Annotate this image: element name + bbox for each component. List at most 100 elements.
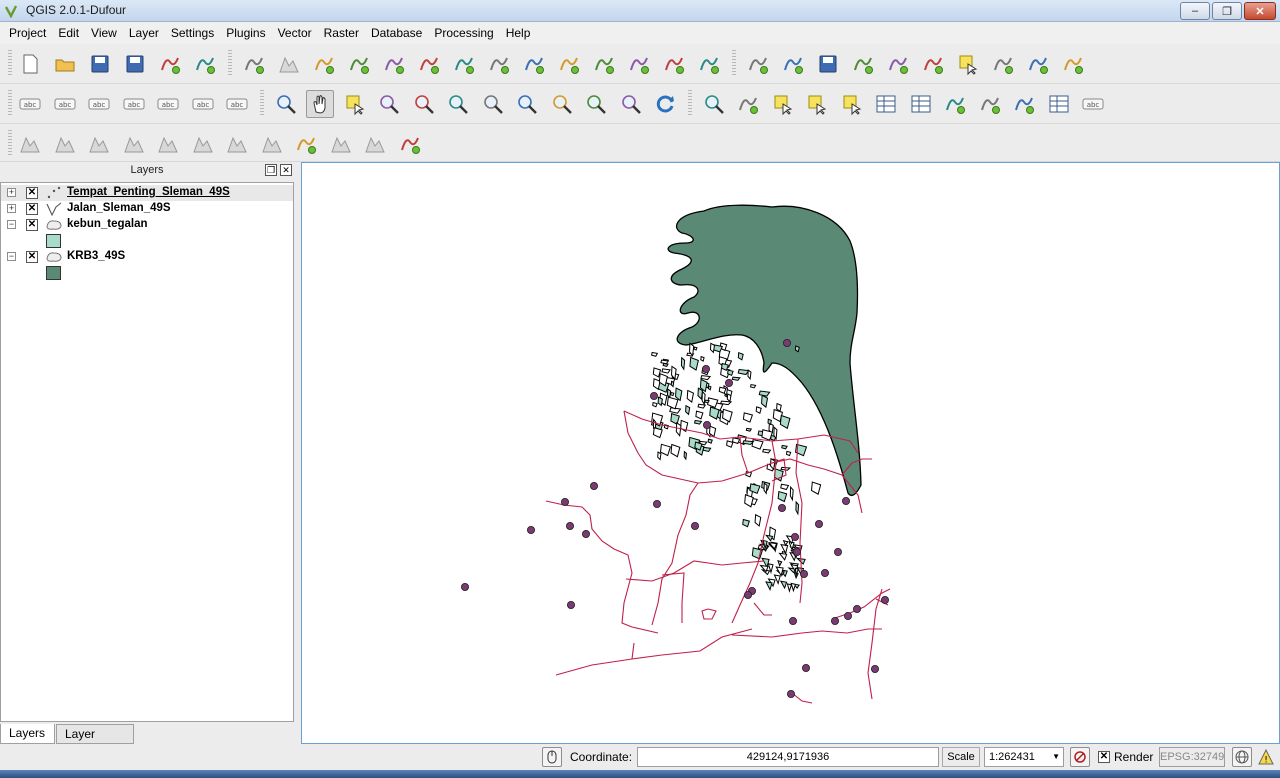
refresh-icon[interactable] xyxy=(651,90,679,118)
rotate-label-icon[interactable]: abc xyxy=(154,90,182,118)
expression-select-icon[interactable] xyxy=(838,90,866,118)
lighting-icon[interactable] xyxy=(327,130,355,158)
layer-name[interactable]: Tempat_Penting_Sleman_49S xyxy=(67,186,230,198)
zoom-next-icon[interactable] xyxy=(617,90,645,118)
menu-edit[interactable]: Edit xyxy=(52,22,85,44)
projection-globe-icon[interactable] xyxy=(1232,747,1252,767)
expand-icon[interactable]: + xyxy=(7,204,16,213)
messages-warning-icon[interactable]: ! xyxy=(1256,747,1276,767)
menu-plugins[interactable]: Plugins xyxy=(220,22,271,44)
menu-layer[interactable]: Layer xyxy=(123,22,165,44)
layer-symbol-swatch[interactable] xyxy=(46,266,61,280)
toolbar-grip-handle[interactable] xyxy=(687,90,692,116)
decrease-brightness-icon[interactable] xyxy=(189,130,217,158)
new-spatialite-layer-icon[interactable] xyxy=(660,50,688,78)
collapse-icon[interactable]: − xyxy=(7,220,16,229)
layer-visibility-checkbox[interactable]: ✕ xyxy=(26,219,38,231)
change-label-icon[interactable]: abc xyxy=(189,90,217,118)
menu-settings[interactable]: Settings xyxy=(165,22,220,44)
stop-render-icon[interactable] xyxy=(1070,747,1090,767)
remove-layer-icon[interactable] xyxy=(695,50,723,78)
collapse-icon[interactable]: − xyxy=(7,252,16,261)
move-label-icon[interactable]: abc xyxy=(120,90,148,118)
move-feature-icon[interactable] xyxy=(884,50,912,78)
menu-database[interactable]: Database xyxy=(365,22,428,44)
zoom-full-icon[interactable] xyxy=(479,90,507,118)
layer-symbol-swatch[interactable] xyxy=(46,234,61,248)
delete-selected-icon[interactable] xyxy=(954,50,982,78)
add-wfs-layer-icon[interactable] xyxy=(555,50,583,78)
run-feature-action-icon[interactable] xyxy=(734,90,762,118)
increase-contrast-icon[interactable] xyxy=(223,130,251,158)
pan-to-selection-icon[interactable] xyxy=(341,90,369,118)
layer-visibility-checkbox[interactable]: ✕ xyxy=(26,203,38,215)
close-panel-icon[interactable]: ✕ xyxy=(280,164,292,176)
new-print-composer-icon[interactable] xyxy=(156,50,184,78)
new-project-icon[interactable] xyxy=(16,50,44,78)
save-edits-icon[interactable] xyxy=(814,50,842,78)
layer-row-kebun-tegalan[interactable]: − ✕ kebun_tegalan xyxy=(1,217,293,233)
paste-features-icon[interactable] xyxy=(1059,50,1087,78)
copy-features-icon[interactable] xyxy=(1024,50,1052,78)
cut-features-icon[interactable] xyxy=(989,50,1017,78)
zoom-last-icon[interactable] xyxy=(582,90,610,118)
layer-name[interactable]: Jalan_Sleman_49S xyxy=(67,202,171,214)
add-mssql-layer-icon[interactable] xyxy=(380,50,408,78)
menu-view[interactable]: View xyxy=(85,22,123,44)
add-raster-layer-icon[interactable] xyxy=(275,50,303,78)
add-sqlanywhere-layer-icon[interactable] xyxy=(450,50,478,78)
toolbar-grip-handle[interactable] xyxy=(228,50,232,76)
open-attribute-table-icon[interactable] xyxy=(872,90,900,118)
toolbar-grip-handle[interactable] xyxy=(732,50,736,76)
increase-brightness-icon[interactable] xyxy=(154,130,182,158)
layer-row-jalan[interactable]: + ✕ Jalan_Sleman_49S xyxy=(1,201,293,217)
close-button[interactable]: ✕ xyxy=(1244,2,1276,20)
crs-status[interactable]: EPSG:32749 xyxy=(1159,747,1225,767)
measure-line-icon[interactable] xyxy=(941,90,969,118)
toolbar-grip-handle[interactable] xyxy=(8,90,12,116)
show-bookmarks-icon[interactable] xyxy=(1045,90,1073,118)
expand-icon[interactable]: + xyxy=(7,188,16,197)
add-oracle-layer-icon[interactable] xyxy=(415,50,443,78)
menu-vector[interactable]: Vector xyxy=(272,22,318,44)
touch-zoom-icon[interactable] xyxy=(272,90,300,118)
new-shapefile-layer-icon[interactable] xyxy=(625,50,653,78)
current-edits-icon[interactable] xyxy=(779,50,807,78)
zoom-to-selection-icon[interactable] xyxy=(513,90,541,118)
layer-row-krb3[interactable]: − ✕ KRB3_49S xyxy=(1,249,293,265)
add-delimited-text-layer-icon[interactable] xyxy=(590,50,618,78)
map-render[interactable] xyxy=(302,163,1279,743)
layer-visibility-checkbox[interactable]: ✕ xyxy=(26,187,38,199)
coordinate-field[interactable]: 429124,9171936 xyxy=(637,747,939,767)
add-feature-icon[interactable] xyxy=(849,50,877,78)
add-vector-layer-icon[interactable] xyxy=(240,50,268,78)
zoom-in-icon[interactable] xyxy=(375,90,403,118)
raster-histogram-stretch-icon[interactable] xyxy=(16,130,44,158)
tab-layers[interactable]: Layers xyxy=(0,724,55,744)
add-wcs-layer-icon[interactable] xyxy=(520,50,548,78)
node-tool-icon[interactable] xyxy=(919,50,947,78)
add-wms-layer-icon[interactable] xyxy=(485,50,513,78)
toolbar-grip-handle[interactable] xyxy=(8,130,12,156)
label-tool-icon[interactable]: abc xyxy=(16,90,44,118)
scale-combobox[interactable]: 1:262431 ▼ xyxy=(984,747,1064,767)
select-features-icon[interactable] xyxy=(769,90,797,118)
minimize-button[interactable]: ‒ xyxy=(1180,2,1210,20)
raster-full-stretch-icon[interactable] xyxy=(85,130,113,158)
menu-processing[interactable]: Processing xyxy=(428,22,499,44)
map-canvas[interactable] xyxy=(301,162,1280,744)
field-calculator-icon[interactable] xyxy=(907,90,935,118)
composer-manager-icon[interactable] xyxy=(191,50,219,78)
add-spatialite-layer-icon[interactable] xyxy=(345,50,373,78)
save-project-icon[interactable] xyxy=(86,50,114,78)
maximize-button[interactable]: ❐ xyxy=(1212,2,1242,20)
tab-layer-order[interactable]: Layer order xyxy=(56,724,134,760)
add-postgis-layer-icon[interactable] xyxy=(310,50,338,78)
layer-row-tempat-penting[interactable]: + ✕ Tempat_Penting_Sleman_49S xyxy=(1,185,293,201)
raster-cumulative-stretch-icon[interactable] xyxy=(120,130,148,158)
deselect-features-icon[interactable] xyxy=(803,90,831,118)
decrease-contrast-icon[interactable] xyxy=(258,130,286,158)
zoom-out-icon[interactable] xyxy=(410,90,438,118)
float-panel-icon[interactable]: ❐ xyxy=(265,164,277,176)
label-settings-icon[interactable]: abc xyxy=(223,90,251,118)
